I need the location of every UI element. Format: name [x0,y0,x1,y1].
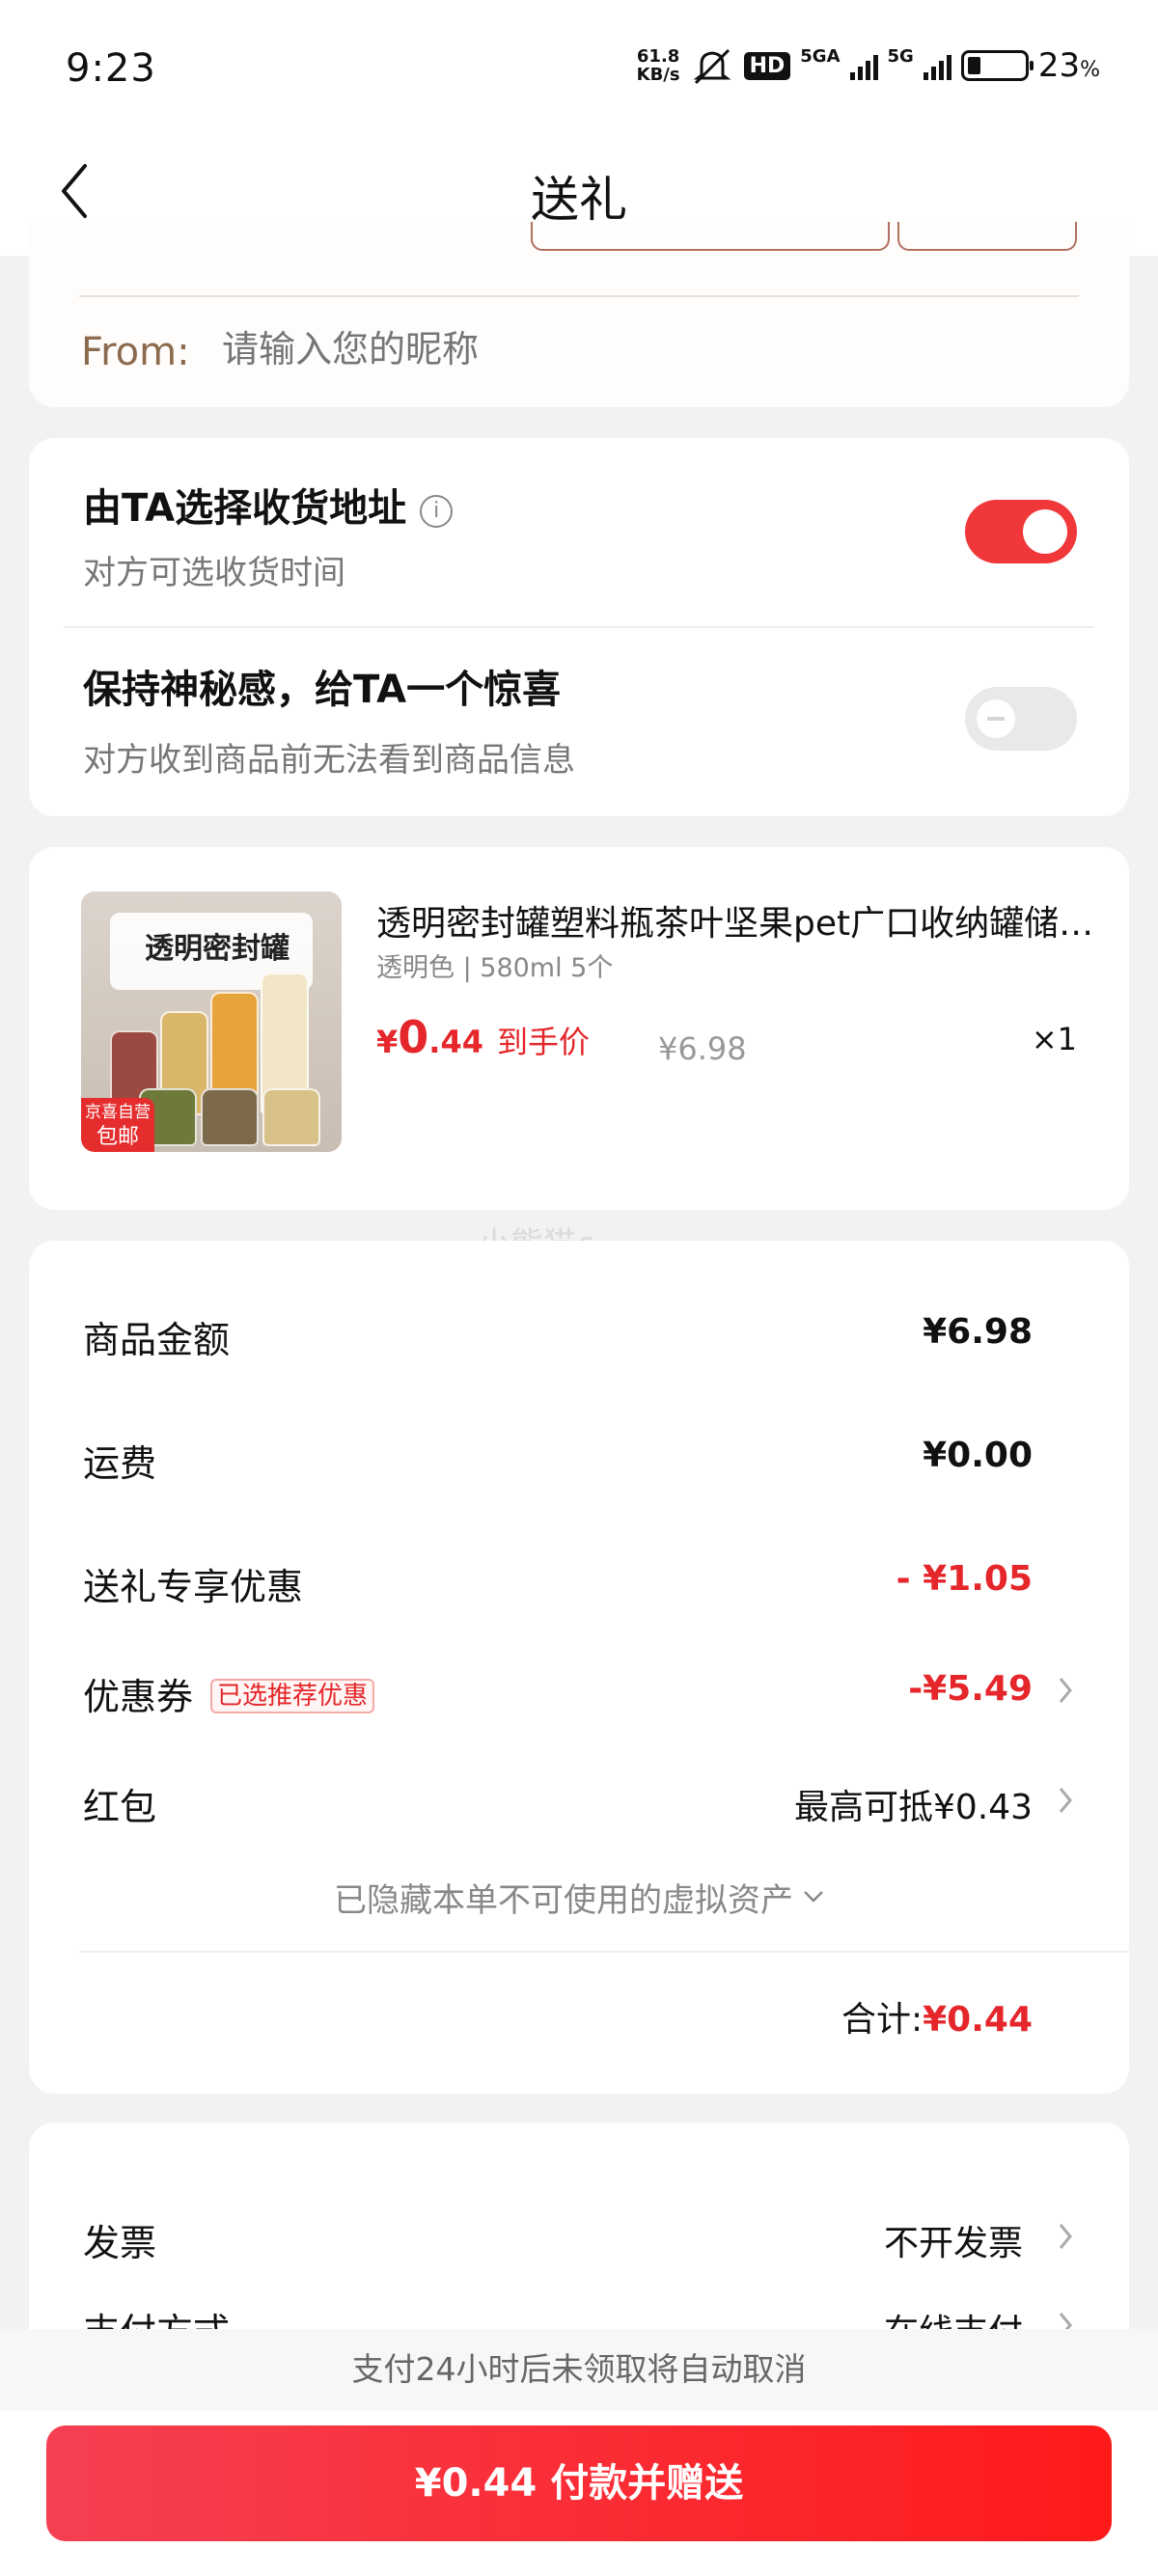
coupon-badge: 已选推荐优惠 [210,1679,375,1713]
product-spec: 透明色 | 580ml 5个 [376,953,614,983]
order-summary-card: 商品金额 ¥6.98 运费 ¥0.00 送礼专享优惠 - ¥1.05 优惠券 已选… [29,1241,1129,2094]
summary-value: 最高可抵¥0.43 [793,1788,1033,1827]
option-recipient-address: 由TA选择收货地址 i 对方可选收货时间 [29,438,1129,628]
card-option-stub[interactable] [531,222,890,251]
hidden-assets-toggle[interactable]: 已隐藏本单不可使用的虚拟资产 [29,1874,1129,1921]
summary-value: -¥5.49 [908,1669,1033,1709]
summary-label: 商品金额 [83,1319,231,1361]
net-speed: 61.8 KB/s [637,47,680,84]
option-subtitle: 对方收到商品前无法看到商品信息 [83,741,575,780]
summary-value: - ¥1.05 [896,1559,1033,1599]
pay-and-gift-button[interactable]: ¥0.44 付款并赠送 [46,2425,1112,2541]
jar-graphic [201,1088,259,1146]
net-speed-value: 61.8 [636,46,680,67]
nickname-input[interactable] [222,328,897,370]
mute-bell-icon [693,48,731,85]
card-option-stub[interactable] [897,222,1077,251]
toggle-knob [977,699,1015,738]
original-price: ¥6.98 [658,1030,747,1067]
divider [79,295,1079,297]
network-type-1: 5GA [800,46,841,67]
from-label: From: [81,330,190,374]
auto-cancel-notice: 支付24小时后未领取将自动取消 [0,2329,1158,2410]
invoice-value: 不开发票 [883,2224,1023,2263]
option-title: 由TA选择收货地址 i [83,477,454,533]
net-speed-unit: KB/s [636,65,680,85]
product-card[interactable]: 透明密封罐 京喜自营 包邮 透明密封罐塑料瓶茶叶坚果pet广口收纳罐储物罐 透明色… [29,847,1129,1210]
status-bar: 9:23 61.8 KB/s HD 5GA 5G 23% [0,0,1158,130]
image-banner-text: 透明密封罐 [145,932,290,966]
invoice-row[interactable]: 发票 不开发票 [29,2204,1129,2271]
hd-badge: HD [743,51,791,80]
battery-icon [960,50,1034,81]
signal-icon-2 [923,51,951,80]
product-price: ¥0.44 到手价 [376,1011,590,1063]
network-type-2: 5G [887,46,914,67]
summary-row-red-packet[interactable]: 红包 最高可抵¥0.43 [29,1768,1129,1835]
summary-value: ¥0.00 [923,1436,1033,1475]
chevron-right-icon [1059,1788,1072,1813]
bottom-bar: 支付24小时后未领取将自动取消 ¥0.44 付款并赠送 [0,2329,1158,2576]
surprise-toggle[interactable] [965,687,1077,751]
battery-percent: 23% [1037,46,1100,85]
option-subtitle: 对方可选收货时间 [83,554,345,592]
summary-row-goods-amount: 商品金额 ¥6.98 [29,1301,1129,1368]
chevron-right-icon [1059,1678,1072,1703]
option-surprise: 保持神秘感，给TA一个惊喜 对方收到商品前无法看到商品信息 [29,627,1129,816]
gift-card-section: From: [29,222,1129,407]
summary-label: 红包 [83,1786,157,1828]
product-title: 透明密封罐塑料瓶茶叶坚果pet广口收纳罐储物罐 [376,904,1110,944]
summary-value: ¥6.98 [923,1312,1033,1352]
option-title: 保持神秘感，给TA一个惊喜 [83,668,562,712]
summary-label: 运费 [83,1442,157,1485]
chevron-right-icon [1059,2224,1072,2249]
product-image[interactable]: 透明密封罐 京喜自营 包邮 [81,891,342,1152]
image-tag: 京喜自营 包邮 [81,1098,154,1152]
invoice-label: 发票 [83,2222,157,2264]
summary-label: 优惠券 已选推荐优惠 [83,1667,375,1720]
jar-graphic [262,1088,320,1146]
gift-options-card: 由TA选择收货地址 i 对方可选收货时间 保持神秘感，给TA一个惊喜 对方收到商品… [29,438,1129,816]
info-icon[interactable]: i [420,495,454,528]
summary-row-shipping: 运费 ¥0.00 [29,1424,1129,1492]
status-time: 9:23 [66,46,156,91]
summary-row-coupon[interactable]: 优惠券 已选推荐优惠 -¥5.49 [29,1658,1129,1725]
signal-icon-1 [849,51,878,80]
chevron-down-icon [804,1891,823,1903]
divider [79,1951,1129,1953]
toggle-knob [1023,509,1067,554]
product-quantity: ×1 [1031,1021,1077,1057]
status-icons: 61.8 KB/s HD 5GA 5G 23% [637,46,1100,85]
recipient-address-toggle[interactable] [965,500,1077,563]
summary-row-gift-discount: 送礼专享优惠 - ¥1.05 [29,1548,1129,1615]
page-title: 送礼 [531,172,627,228]
summary-label: 送礼专享优惠 [83,1566,304,1608]
order-total: 合计:¥0.44 [841,2000,1033,2040]
